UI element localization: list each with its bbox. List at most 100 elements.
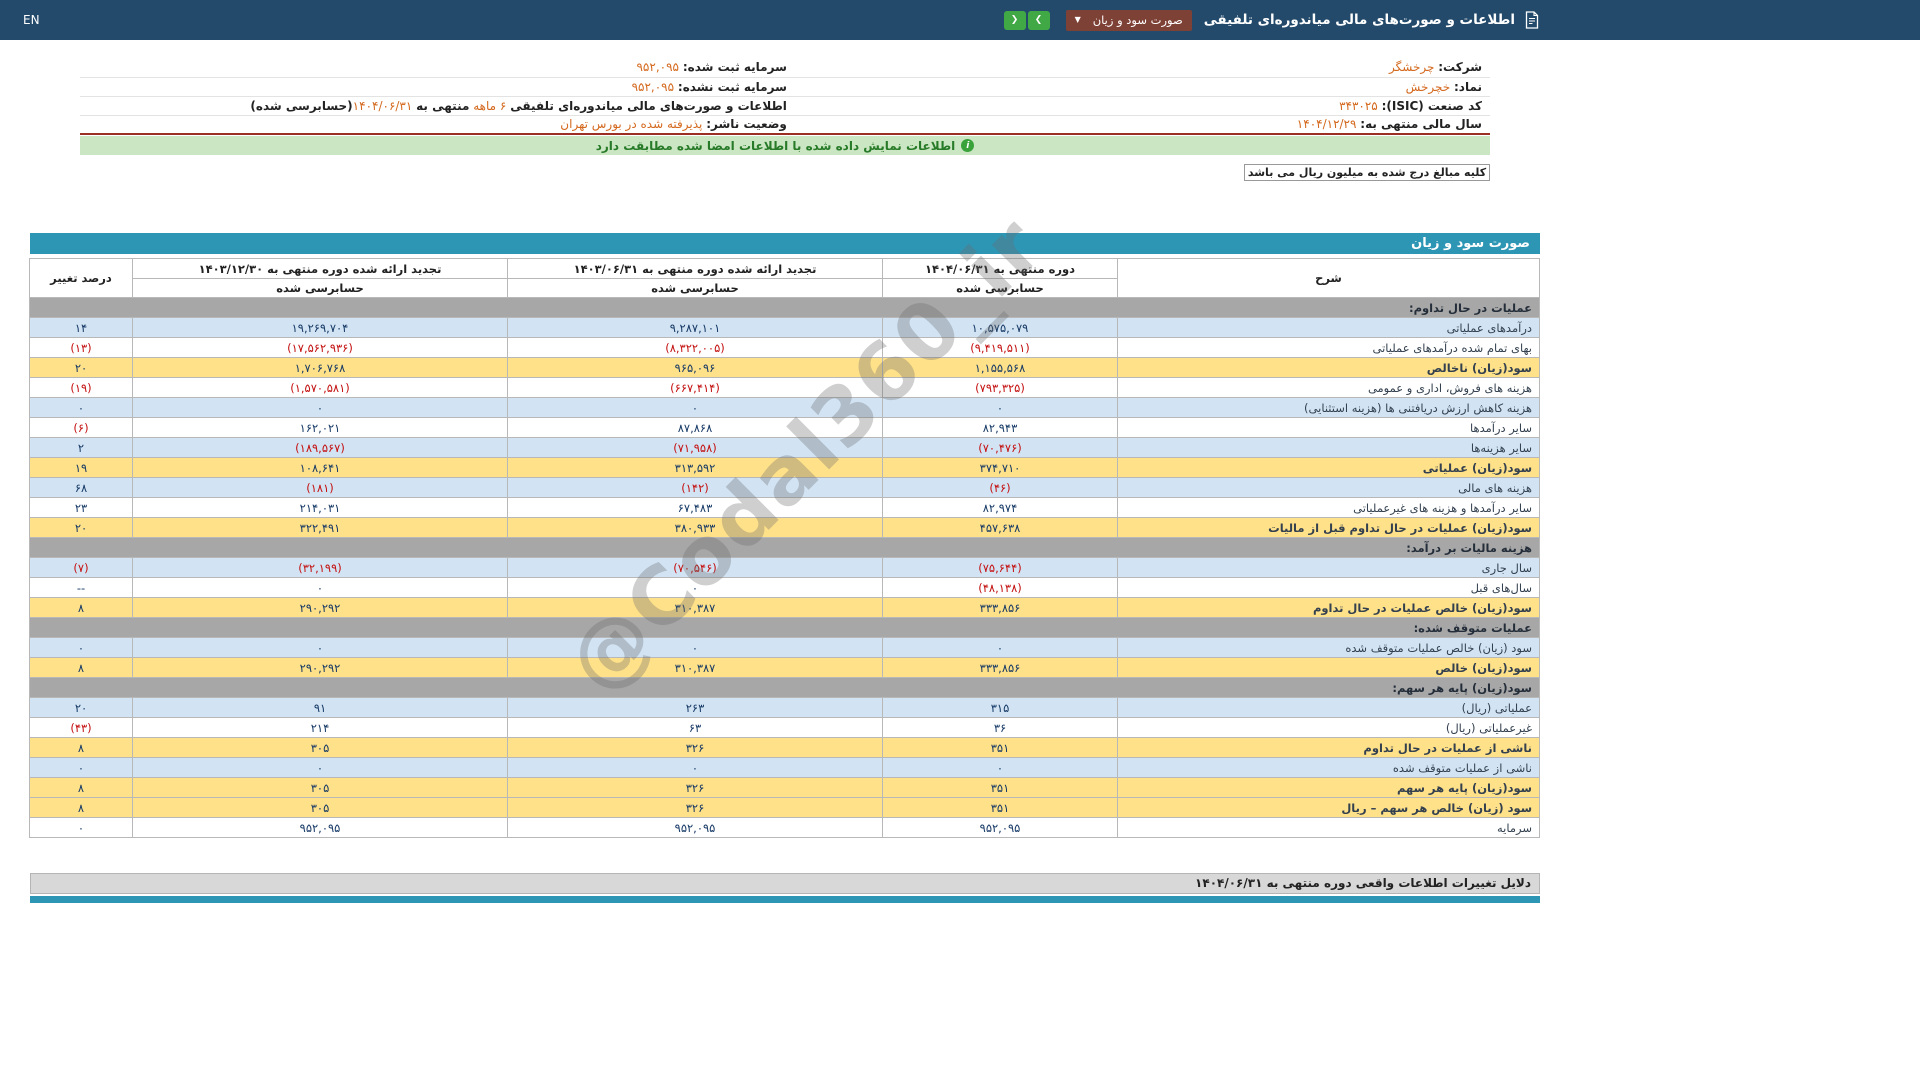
value-pct-change: ۸: [30, 658, 133, 678]
value-current-period: ۳۱۵: [883, 698, 1118, 718]
value-prior-period: ۹۶۵,۰۹۶: [508, 358, 883, 378]
report-length: ۶ ماهه: [473, 99, 506, 113]
value-annual-period: ۰: [133, 578, 508, 598]
value-current-period: ۳۵۱: [883, 738, 1118, 758]
value-prior-period: ۳۱۳,۵۹۲: [508, 458, 883, 478]
value-prior-period: (۷۰,۵۴۶): [508, 558, 883, 578]
value-annual-period: ۰: [133, 398, 508, 418]
value-pct-change: ۰: [30, 638, 133, 658]
value-current-period: ۰: [883, 758, 1118, 778]
value-current-period: ۰: [883, 398, 1118, 418]
value-current-period: ۱۰,۵۷۵,۰۷۹: [883, 318, 1118, 338]
previous-statement-button[interactable]: ❮: [1004, 11, 1026, 30]
value-current-period: ۳۶: [883, 718, 1118, 738]
info-icon: i: [961, 139, 974, 152]
report-description: اطلاعات و صورت‌های مالی میاندوره‌ای تلفی…: [80, 96, 795, 115]
section-title: هزینه مالیات بر درآمد:: [30, 538, 1540, 558]
company-name-link[interactable]: چرخشگر: [1389, 60, 1434, 74]
report-description-prefix: اطلاعات و صورت‌های مالی میاندوره‌ای تلفی…: [510, 99, 787, 113]
audited-label: حسابرسی شده: [508, 279, 883, 298]
financial-statement-icon: [1524, 11, 1540, 29]
value-current-period: (۹,۴۱۹,۵۱۱): [883, 338, 1118, 358]
value-annual-period: ۲۹۰,۲۹۲: [133, 598, 508, 618]
value-annual-period: ۰: [133, 638, 508, 658]
statement-table-body: عملیات در حال تداوم:درآمدهای عملیاتی۱۰,۵…: [30, 298, 1540, 838]
value-annual-period: ۲۹۰,۲۹۲: [133, 658, 508, 678]
table-row: ناشی از عملیات متوقف شده۰۰۰۰: [30, 758, 1540, 778]
value-pct-change: ۲۰: [30, 698, 133, 718]
statement-nav-buttons: ❯ ❮: [1004, 11, 1050, 30]
statement-table: شرح دوره منتهی به ۱۴۰۴/۰۶/۳۱ تجدید ارائه…: [29, 258, 1540, 838]
value-annual-period: (۳۲,۱۹۹): [133, 558, 508, 578]
registered-capital-label: سرمایه ثبت شده:: [683, 60, 787, 74]
table-row: سایر درآمدها۸۲,۹۴۳۸۷,۸۶۸۱۶۲,۰۲۱(۶): [30, 418, 1540, 438]
income-statement-section: صورت سود و زیان شرح دوره منتهی به ۱۴۰۴/۰…: [30, 233, 1540, 838]
value-pct-change: ۸: [30, 598, 133, 618]
value-prior-period: (۱۴۲): [508, 478, 883, 498]
company-info-section: شرکت: چرخشگر سرمایه ثبت شده: ۹۵۲,۰۹۵ نما…: [80, 58, 1490, 135]
value-prior-period: ۶۳: [508, 718, 883, 738]
reasons-section-header: دلایل تغییرات اطلاعات واقعی دوره منتهی ب…: [30, 873, 1540, 894]
value-current-period: ۳۵۱: [883, 778, 1118, 798]
value-annual-period: ۲۱۴: [133, 718, 508, 738]
audited-label: حسابرسی شده: [133, 279, 508, 298]
table-row: سود (زیان) خالص هر سهم – ریال۳۵۱۳۲۶۳۰۵۸: [30, 798, 1540, 818]
chevron-down-icon: ▼: [1075, 16, 1081, 24]
row-description: سود(زیان) خالص: [1118, 658, 1540, 678]
table-row: سود(زیان) عملیات در حال تداوم قبل از مال…: [30, 518, 1540, 538]
value-annual-period: ۰: [133, 758, 508, 778]
section-header-row: عملیات در حال تداوم:: [30, 298, 1540, 318]
table-row: هزینه های مالی(۴۶)(۱۴۲)(۱۸۱)۶۸: [30, 478, 1540, 498]
table-row: درآمدهای عملیاتی۱۰,۵۷۵,۰۷۹۹,۲۸۷,۱۰۱۱۹,۲۶…: [30, 318, 1540, 338]
table-row: هزینه کاهش ارزش دریافتنی ها (هزینه استثن…: [30, 398, 1540, 418]
col-header-description: شرح: [1118, 259, 1540, 298]
row-description: سود(زیان) عملیات در حال تداوم قبل از مال…: [1118, 518, 1540, 538]
value-pct-change: ۲۰: [30, 518, 133, 538]
value-annual-period: ۳۰۵: [133, 798, 508, 818]
value-prior-period: ۰: [508, 638, 883, 658]
value-annual-period: ۳۰۵: [133, 738, 508, 758]
fiscal-year-value: ۱۴۰۴/۱۲/۲۹: [1297, 117, 1357, 131]
table-row: ناشی از عملیات در حال تداوم۳۵۱۳۲۶۳۰۵۸: [30, 738, 1540, 758]
section-header-row: سود(زیان) پایه هر سهم:: [30, 678, 1540, 698]
symbol-link[interactable]: خچرخش: [1406, 80, 1451, 94]
statement-type-select[interactable]: صورت سود و زیان ▼: [1066, 10, 1192, 31]
table-row: سود(زیان) پایه هر سهم۳۵۱۳۲۶۳۰۵۸: [30, 778, 1540, 798]
table-row: سود(زیان) ناخالص۱,۱۵۵,۵۶۸۹۶۵,۰۹۶۱,۷۰۶,۷۶…: [30, 358, 1540, 378]
statement-table-header: شرح دوره منتهی به ۱۴۰۴/۰۶/۳۱ تجدید ارائه…: [30, 259, 1540, 298]
row-description: سایر درآمدها و هزینه های غیرعملیاتی: [1118, 498, 1540, 518]
value-current-period: ۸۲,۹۴۳: [883, 418, 1118, 438]
row-description: غیرعملیاتی (ریال): [1118, 718, 1540, 738]
language-toggle-en[interactable]: EN: [23, 0, 40, 40]
table-row: غیرعملیاتی (ریال)۳۶۶۳۲۱۴(۴۳): [30, 718, 1540, 738]
chevron-left-icon: ❮: [1011, 15, 1019, 25]
value-pct-change: ۲: [30, 438, 133, 458]
publisher-status-label: وضعیت ناشر:: [706, 117, 787, 131]
row-description: بهای تمام شده درآمدهای عملیاتی: [1118, 338, 1540, 358]
row-description: سود(زیان) ناخالص: [1118, 358, 1540, 378]
value-pct-change: ۸: [30, 778, 133, 798]
section-title: عملیات در حال تداوم:: [30, 298, 1540, 318]
alert-text: اطلاعات نمایش داده شده با اطلاعات امضا ش…: [596, 139, 956, 153]
value-prior-period: ۹,۲۸۷,۱۰۱: [508, 318, 883, 338]
next-statement-button[interactable]: ❯: [1028, 11, 1050, 30]
table-row: سود (زیان) خالص عملیات متوقف شده۰۰۰۰: [30, 638, 1540, 658]
table-row: سود(زیان) خالص عملیات در حال تداوم۳۳۳,۸۵…: [30, 598, 1540, 618]
table-row: بهای تمام شده درآمدهای عملیاتی(۹,۴۱۹,۵۱۱…: [30, 338, 1540, 358]
unregistered-capital-label: سرمایه ثبت نشده:: [678, 80, 787, 94]
row-description: سود (زیان) خالص عملیات متوقف شده: [1118, 638, 1540, 658]
value-pct-change: (۷): [30, 558, 133, 578]
table-row: نماد: خچرخش سرمایه ثبت نشده: ۹۵۲,۰۹۵: [80, 77, 1490, 96]
unregistered-capital-value: ۹۵۲,۰۹۵: [632, 80, 675, 94]
value-prior-period: ۳۲۶: [508, 738, 883, 758]
value-prior-period: (۶۶۷,۴۱۴): [508, 378, 883, 398]
value-annual-period: (۱,۵۷۰,۵۸۱): [133, 378, 508, 398]
value-pct-change: ۰: [30, 818, 133, 838]
table-row: هزینه های فروش، اداری و عمومی(۷۹۳,۳۲۵)(۶…: [30, 378, 1540, 398]
statement-title-bar: صورت سود و زیان: [30, 233, 1540, 254]
value-prior-period: ۲۶۳: [508, 698, 883, 718]
value-current-period: (۷۵,۶۴۴): [883, 558, 1118, 578]
section-title: عملیات متوقف شده:: [30, 618, 1540, 638]
value-current-period: ۸۲,۹۷۴: [883, 498, 1118, 518]
top-navbar: اطلاعات و صورت‌های مالی میاندوره‌ای تلفی…: [0, 0, 1920, 40]
